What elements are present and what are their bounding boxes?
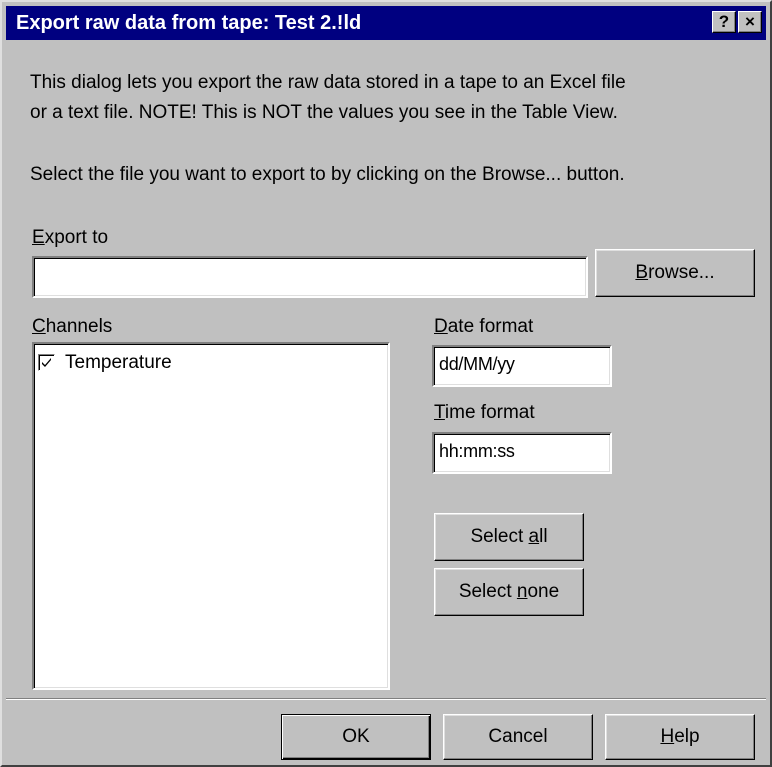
ok-button[interactable]: OK: [281, 714, 431, 760]
channels-label: Channels: [32, 316, 113, 337]
browse-button-label: Browse...: [635, 262, 715, 283]
window-title: Export raw data from tape: Test 2.!ld: [16, 12, 362, 34]
date-format-value: dd/MM/yy: [439, 354, 515, 374]
select-all-label: Select all: [470, 526, 548, 547]
description-line-2: or a text file. NOTE! This is NOT the va…: [30, 102, 618, 123]
help-button[interactable]: Help: [605, 714, 755, 760]
export-path-input[interactable]: [32, 256, 588, 298]
footer-separator: [6, 698, 766, 700]
description-line-3: Select the file you want to export to by…: [30, 164, 625, 185]
select-none-button[interactable]: Select none: [434, 568, 584, 616]
description-line-1: This dialog lets you export the raw data…: [30, 72, 626, 93]
temperature-label: Temperature: [65, 352, 172, 373]
checkmark-icon: [42, 358, 51, 367]
question-mark-icon: ?: [718, 12, 730, 31]
help-button-label: Help: [660, 726, 700, 747]
time-format-input[interactable]: hh:mm:ss: [432, 432, 612, 474]
ok-button-label: OK: [342, 726, 370, 747]
select-none-label: Select none: [458, 581, 560, 602]
close-icon: ×: [745, 12, 755, 31]
help-title-button[interactable]: ?: [712, 11, 736, 33]
date-format-input[interactable]: dd/MM/yy: [432, 345, 612, 387]
select-all-button[interactable]: Select all: [434, 513, 584, 561]
date-format-label: Date format: [434, 316, 534, 337]
temperature-checkbox[interactable]: [38, 354, 55, 371]
export-dialog: Export raw data from tape: Test 2.!ld ? …: [0, 0, 772, 767]
close-button[interactable]: ×: [738, 11, 762, 33]
time-format-value: hh:mm:ss: [439, 441, 515, 461]
time-format-label: Time format: [434, 402, 535, 423]
browse-button[interactable]: Browse...: [595, 249, 755, 297]
cancel-button-label: Cancel: [488, 726, 548, 747]
export-to-label: Export to: [32, 227, 109, 248]
title-bar[interactable]: Export raw data from tape: Test 2.!ld ? …: [6, 6, 766, 40]
channels-list[interactable]: Temperature: [32, 342, 390, 690]
cancel-button[interactable]: Cancel: [443, 714, 593, 760]
